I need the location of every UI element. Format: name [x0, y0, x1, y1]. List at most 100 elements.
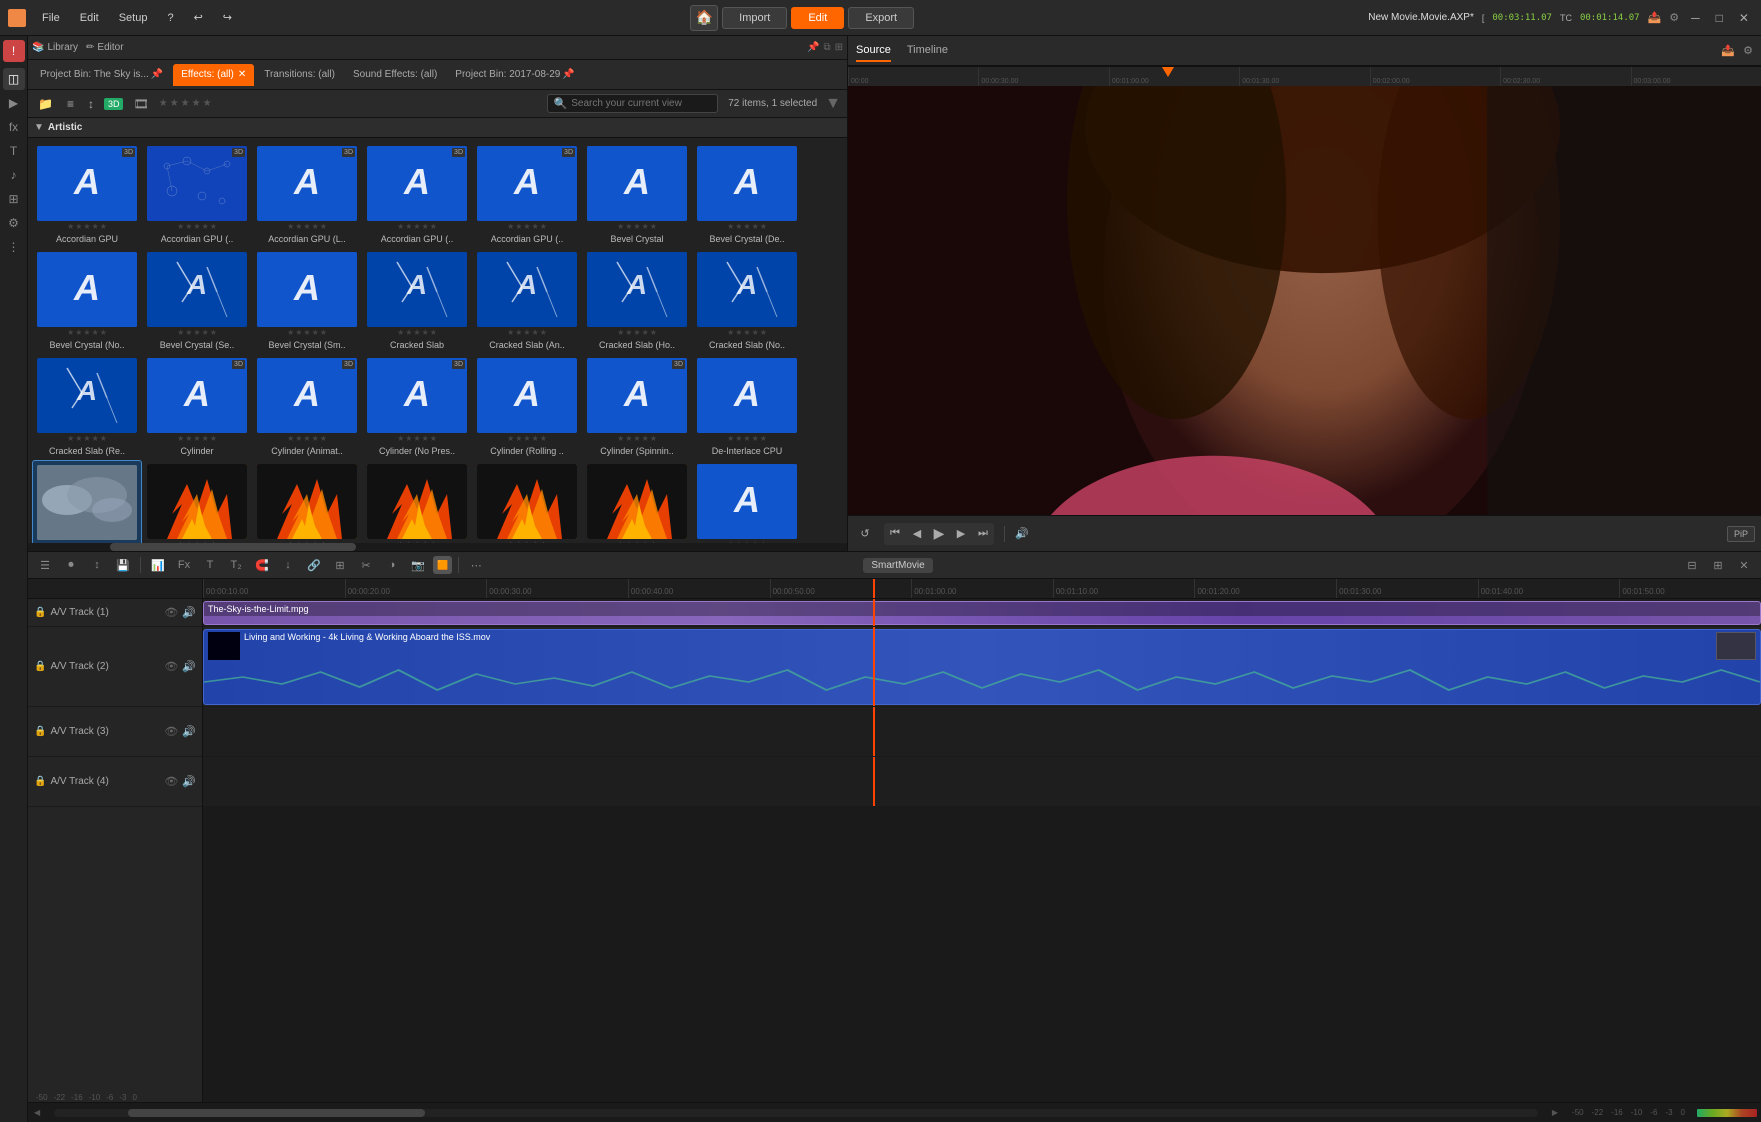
effect-item-21[interactable]: ★★★★★ Fractal Clouds CP.. [32, 460, 142, 543]
minimize-button[interactable]: ─ [1687, 11, 1704, 25]
track3-vol-icon[interactable]: 🔊 [182, 775, 196, 788]
track2-vol-icon[interactable]: 🔊 [182, 725, 196, 738]
tab-sound-effects[interactable]: Sound Effects: (all) [345, 64, 445, 86]
tl-magnet-btn[interactable]: 🧲 [251, 554, 273, 576]
sidebar-icon-audio[interactable]: ♪ [3, 164, 25, 186]
pip-btn[interactable]: PiP [1727, 526, 1755, 542]
settings-icon[interactable]: ⚙ [1669, 11, 1679, 24]
tl-close-btn[interactable]: ✕ [1733, 554, 1755, 576]
search-input[interactable] [571, 98, 711, 109]
tl-chart-btn[interactable]: 📊 [147, 554, 169, 576]
tl-type2-btn[interactable]: T₂ [225, 554, 247, 576]
track0-vol-icon[interactable]: 🔊 [182, 606, 196, 619]
maximize-button[interactable]: □ [1712, 11, 1727, 25]
bottom-zoom-in[interactable]: ▶ [1546, 1108, 1564, 1117]
sidebar-icon-library[interactable]: ◫ [3, 68, 25, 90]
effect-item-2[interactable]: A 3D ★★★★★ Accordian GPU (L.. [252, 142, 362, 248]
effect-item-26[interactable]: ★★★★★ Fractal Fire V (Wi.. [582, 460, 692, 543]
sidebar-icon-media[interactable]: ▶ [3, 92, 25, 114]
sidebar-icon-text[interactable]: T [3, 140, 25, 162]
tl-blend-btn[interactable]: ◑ [381, 554, 403, 576]
effect-item-0[interactable]: A 3D ★★★★★ Accordian GPU [32, 142, 142, 248]
effect-item-27[interactable]: A ★★★★★ Framer [692, 460, 802, 543]
effect-item-23[interactable]: ★★★★★ Fractal Fire V (Ke.. [252, 460, 362, 543]
tl-text-btn[interactable]: T [199, 554, 221, 576]
sort-btn[interactable]: ↕ [84, 95, 98, 113]
h-scrollbar[interactable] [28, 543, 847, 551]
preview-export-icon[interactable]: 📤 [1721, 44, 1735, 57]
scroll-thumb[interactable] [128, 1109, 425, 1117]
tl-zoom-in-btn[interactable]: ⊞ [1707, 554, 1729, 576]
list-view-btn[interactable]: ≡ [63, 95, 78, 113]
tl-camera-btn[interactable]: 📷 [407, 554, 429, 576]
tl-fx-btn[interactable]: Fx [173, 554, 195, 576]
video-clip[interactable]: Living and Working - 4k Living & Working… [203, 629, 1761, 705]
grid-view-icon[interactable]: ⊞ [835, 42, 843, 53]
effect-item-10[interactable]: A ★★★★★ Cracked Slab [362, 248, 472, 354]
category-arrow[interactable]: ▼ [34, 122, 44, 133]
effect-item-24[interactable]: ★★★★★ Fractal Fire V (No.. [362, 460, 472, 543]
tl-record-btn[interactable]: ⏺ [60, 554, 82, 576]
effect-item-13[interactable]: A ★★★★★ Cracked Slab (No.. [692, 248, 802, 354]
redo-icon[interactable]: ↪ [219, 9, 236, 26]
effect-item-1[interactable]: 3D ★★★★★ Accordian GPU (.. [142, 142, 252, 248]
effect-item-9[interactable]: A ★★★★★ Bevel Crystal (Sm.. [252, 248, 362, 354]
export-file-icon[interactable]: 📤 [1648, 11, 1662, 24]
tl-grid-btn[interactable]: ⊞ [329, 554, 351, 576]
scroll-track[interactable] [54, 1109, 1538, 1117]
track1-vol-icon[interactable]: 🔊 [182, 660, 196, 673]
filmstrip-btn[interactable]: 🎞 [129, 95, 152, 113]
menu-edit[interactable]: Edit [76, 10, 103, 26]
tab-project-bin[interactable]: Project Bin: The Sky is... 📌 [32, 64, 171, 86]
tab-project-bin2[interactable]: Project Bin: 2017-08-29 📌 [447, 64, 583, 86]
effect-item-4[interactable]: A 3D ★★★★★ Accordian GPU (.. [472, 142, 582, 248]
next-frame-btn[interactable]: ▶ [950, 523, 972, 545]
tl-link-btn[interactable]: 🔗 [303, 554, 325, 576]
float-icon[interactable]: ⧉ [823, 42, 830, 53]
track3-eye-icon[interactable]: 👁 [164, 775, 178, 788]
close-button[interactable]: ✕ [1735, 11, 1753, 25]
go-end-btn[interactable]: ⏭ [972, 523, 994, 545]
bottom-zoom-out[interactable]: ◀ [28, 1108, 46, 1117]
tl-zoom-out-btn[interactable]: ⊟ [1681, 554, 1703, 576]
sidebar-icon-transitions[interactable]: ⊞ [3, 188, 25, 210]
play-btn[interactable]: ▶ [928, 523, 950, 545]
bottom-scrollbar[interactable]: ◀ ▶ -50 -22 -16 -10 -6 -3 0 [28, 1102, 1761, 1122]
effect-item-7[interactable]: A ★★★★★ Bevel Crystal (No.. [32, 248, 142, 354]
tl-extra-btn[interactable]: ⋯ [465, 554, 487, 576]
tab-effects[interactable]: Effects: (all) ✕ [173, 64, 254, 86]
tab-timeline[interactable]: Timeline [907, 40, 948, 62]
tl-scissors-btn[interactable]: ✂ [355, 554, 377, 576]
tl-save-btn[interactable]: 💾 [112, 554, 134, 576]
sidebar-icon-alert[interactable]: ! [3, 40, 25, 62]
export-button[interactable]: Export [848, 7, 914, 29]
h-scrollbar-thumb[interactable] [110, 543, 356, 551]
effect-item-18[interactable]: A ★★★★★ Cylinder (Rolling .. [472, 354, 582, 460]
tab-library[interactable]: 📚 Library [32, 42, 78, 53]
smart-movie-btn[interactable]: SmartMovie [863, 558, 932, 573]
menu-file[interactable]: File [38, 10, 64, 26]
3d-filter-btn[interactable]: 3D [104, 98, 124, 110]
effect-item-5[interactable]: A ★★★★★ Bevel Crystal [582, 142, 692, 248]
preview-settings-icon[interactable]: ⚙ [1743, 44, 1753, 57]
import-button[interactable]: Import [722, 7, 787, 29]
undo-icon[interactable]: ↩ [190, 9, 207, 26]
effect-item-14[interactable]: A ★★★★★ Cracked Slab (Re.. [32, 354, 142, 460]
track1-eye-icon[interactable]: 👁 [164, 660, 178, 673]
pin-icon[interactable]: 📌 [807, 42, 819, 53]
effect-item-25[interactable]: ★★★★★ Fractal Fire V (Pla.. [472, 460, 582, 543]
effect-item-20[interactable]: A ★★★★★ De-Interlace CPU [692, 354, 802, 460]
tl-toggle-btn[interactable]: ☰ [34, 554, 56, 576]
help-icon[interactable]: ? [163, 10, 177, 26]
effect-item-17[interactable]: A 3D ★★★★★ Cylinder (No Pres.. [362, 354, 472, 460]
tab-transitions[interactable]: Transitions: (all) [256, 64, 343, 86]
effect-item-16[interactable]: A 3D ★★★★★ Cylinder (Animat.. [252, 354, 362, 460]
effect-item-15[interactable]: A 3D ★★★★★ Cylinder [142, 354, 252, 460]
tab-source[interactable]: Source [856, 40, 891, 62]
folder-btn[interactable]: 📁 [34, 95, 57, 113]
effect-item-19[interactable]: A 3D ★★★★★ Cylinder (Spinnin.. [582, 354, 692, 460]
tl-down-btn[interactable]: ↓ [277, 554, 299, 576]
effect-item-22[interactable]: ★★★★★ Fractal Fire V [142, 460, 252, 543]
home-button[interactable]: 🏠 [690, 5, 718, 31]
effect-item-11[interactable]: A ★★★★★ Cracked Slab (An.. [472, 248, 582, 354]
